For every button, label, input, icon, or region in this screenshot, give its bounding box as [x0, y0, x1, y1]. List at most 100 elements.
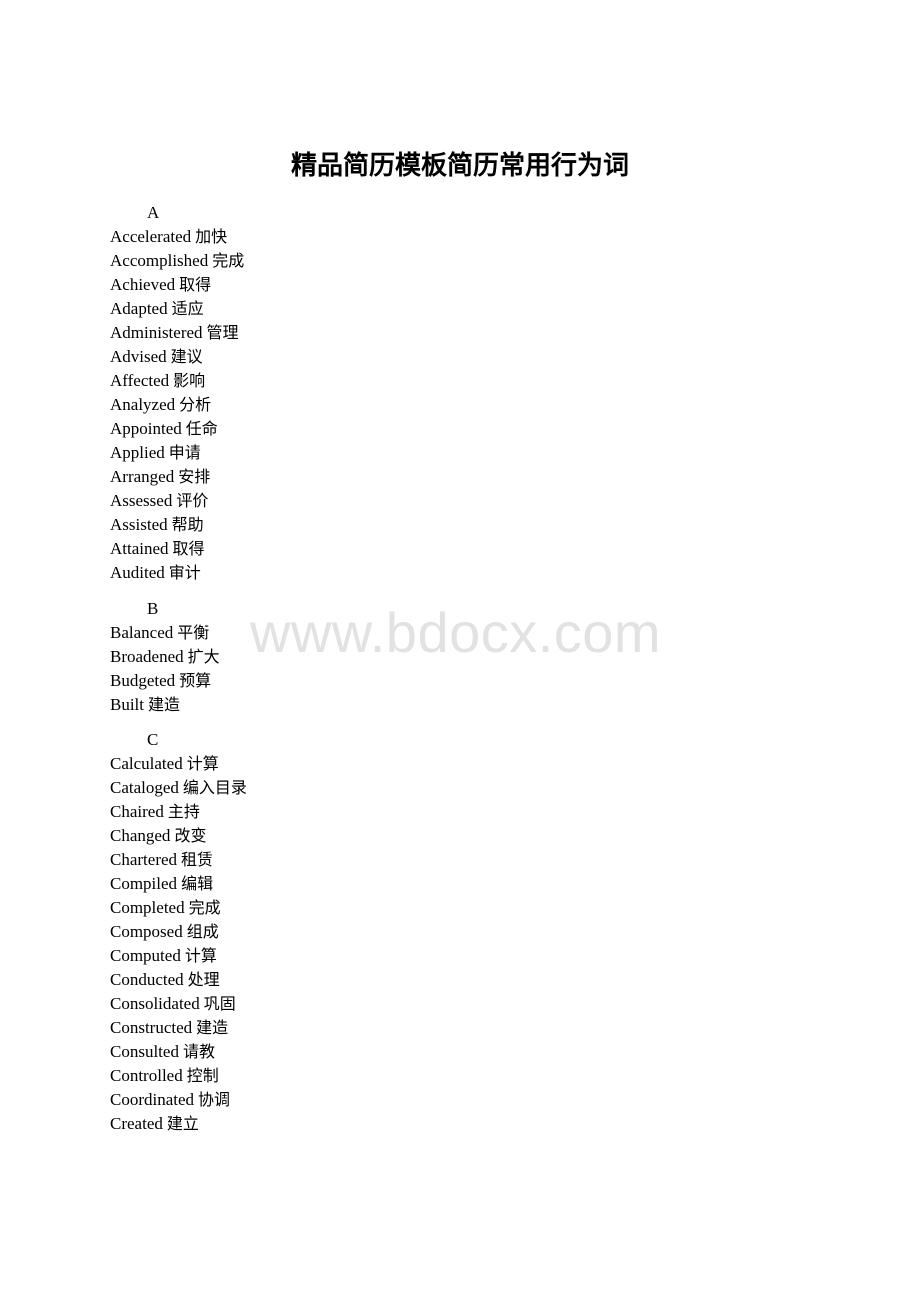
chinese-translation: 完成 [212, 251, 245, 270]
chinese-translation: 完成 [188, 898, 221, 917]
chinese-translation: 建立 [166, 1114, 199, 1133]
english-word: Consolidated [110, 994, 200, 1013]
word-entry: Created 建立 [110, 1112, 247, 1136]
english-word: Arranged [110, 467, 175, 486]
chinese-translation: 建造 [196, 1018, 229, 1037]
english-word: Accomplished [110, 251, 209, 270]
word-entry: Compiled 编辑 [110, 872, 247, 896]
chinese-translation: 管理 [206, 323, 239, 342]
chinese-translation: 安排 [178, 467, 211, 486]
english-word: Achieved [110, 275, 176, 294]
word-entry: Achieved 取得 [110, 273, 244, 297]
chinese-translation: 处理 [187, 970, 220, 989]
english-word: Balanced [110, 623, 174, 642]
chinese-translation: 请教 [182, 1042, 215, 1061]
word-entry: Constructed 建造 [110, 1016, 247, 1040]
chinese-translation: 改变 [174, 826, 207, 845]
section-letter: C [147, 730, 159, 749]
english-word: Affected [110, 371, 170, 390]
english-word: Adapted [110, 299, 168, 318]
chinese-translation: 计算 [186, 754, 219, 773]
word-entry: Broadened 扩大 [110, 645, 220, 669]
word-entry: Applied 申请 [110, 441, 244, 465]
english-word: Accelerated [110, 227, 192, 246]
chinese-translation: 建议 [170, 347, 203, 366]
word-entry: Coordinated 协调 [110, 1088, 247, 1112]
word-entry: Analyzed 分析 [110, 393, 244, 417]
word-entry: Controlled 控制 [110, 1064, 247, 1088]
word-entry: Balanced 平衡 [110, 621, 220, 645]
english-word: Chaired [110, 802, 164, 821]
english-word: Cataloged [110, 778, 179, 797]
chinese-translation: 加快 [195, 227, 228, 246]
english-word: Computed [110, 946, 181, 965]
chinese-translation: 取得 [172, 539, 205, 558]
word-entry: Calculated 计算 [110, 752, 247, 776]
word-entry: Built 建造 [110, 693, 220, 717]
chinese-translation: 主持 [167, 802, 200, 821]
word-entry: Cataloged 编入目录 [110, 776, 247, 800]
word-entry: Completed 完成 [110, 896, 247, 920]
word-entry: Assisted 帮助 [110, 513, 244, 537]
word-entry: Arranged 安排 [110, 465, 244, 489]
english-word: Applied [110, 443, 165, 462]
chinese-translation: 计算 [184, 946, 217, 965]
word-entry: Accomplished 完成 [110, 249, 244, 273]
word-entry: Conducted 处理 [110, 968, 247, 992]
english-word: Composed [110, 922, 183, 941]
english-word: Chartered [110, 850, 178, 869]
word-entry: Assessed 评价 [110, 489, 244, 513]
english-word: Coordinated [110, 1090, 195, 1109]
word-entry: Administered 管理 [110, 321, 244, 345]
word-entry: Adapted 适应 [110, 297, 244, 321]
chinese-translation: 任命 [185, 419, 218, 438]
watermark: www.bdocx.com [250, 601, 662, 664]
english-word: Broadened [110, 647, 184, 666]
english-word: Appointed [110, 419, 182, 438]
word-entry: Accelerated 加快 [110, 225, 244, 249]
chinese-translation: 编辑 [181, 874, 214, 893]
english-word: Administered [110, 323, 203, 342]
section-a: A Accelerated 加快 Accomplished 完成 Achieved 取得 A… [110, 201, 244, 585]
section-c: C Calculated 计算 Cataloged 编入目录 Chaired 主持 Chan… [110, 728, 247, 1136]
chinese-translation: 评价 [176, 491, 209, 510]
english-word: Consulted [110, 1042, 179, 1061]
word-entry: Affected 影响 [110, 369, 244, 393]
chinese-translation: 审计 [168, 563, 201, 582]
english-word: Controlled [110, 1066, 183, 1085]
chinese-translation: 预算 [179, 671, 212, 690]
chinese-translation: 建造 [148, 695, 181, 714]
word-entry: Attained 取得 [110, 537, 244, 561]
word-entry: Consolidated 巩固 [110, 992, 247, 1016]
chinese-translation: 取得 [179, 275, 212, 294]
english-word: Calculated [110, 754, 183, 773]
chinese-translation: 帮助 [171, 515, 204, 534]
document-title: 精品简历模板简历常用行为词 [290, 151, 629, 181]
word-entry: Composed 组成 [110, 920, 247, 944]
chinese-translation: 适应 [171, 299, 204, 318]
english-word: Changed [110, 826, 171, 845]
english-word: Budgeted [110, 671, 176, 690]
chinese-translation: 平衡 [177, 623, 210, 642]
word-entry: Changed 改变 [110, 824, 247, 848]
chinese-translation: 巩固 [203, 994, 236, 1013]
english-word: Completed [110, 898, 185, 917]
english-word: Created [110, 1114, 163, 1133]
word-entry: Advised 建议 [110, 345, 244, 369]
word-entry: Computed 计算 [110, 944, 247, 968]
chinese-translation: 组成 [186, 922, 219, 941]
english-word: Attained [110, 539, 169, 558]
english-word: Analyzed [110, 395, 176, 414]
english-word: Advised [110, 347, 167, 366]
english-word: Audited [110, 563, 165, 582]
word-entry: Audited 审计 [110, 561, 244, 585]
section-b: B Balanced 平衡 Broadened 扩大 Budgeted 预算 Built 建造 [110, 597, 220, 717]
chinese-translation: 影响 [173, 371, 206, 390]
word-entry: Budgeted 预算 [110, 669, 220, 693]
chinese-translation: 租赁 [181, 850, 214, 869]
english-word: Constructed [110, 1018, 193, 1037]
chinese-translation: 编入目录 [182, 778, 247, 797]
english-word: Built [110, 695, 145, 714]
section-letter: B [147, 599, 159, 618]
section-letter: A [147, 203, 160, 222]
